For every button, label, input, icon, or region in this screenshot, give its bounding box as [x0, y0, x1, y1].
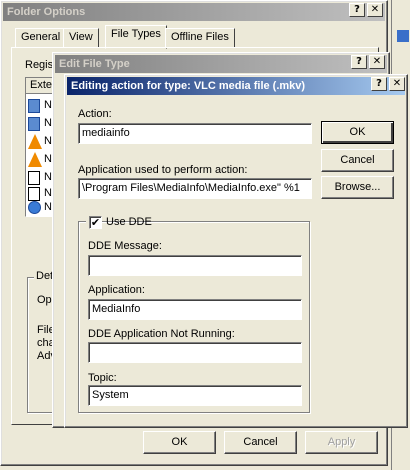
ok-button[interactable]: OK	[321, 121, 394, 144]
blue-arrow-icon	[397, 30, 409, 42]
edit-file-type-title: Edit File Type	[59, 58, 130, 70]
editing-action-dialog: Editing action for type: VLC media file …	[64, 74, 408, 428]
dde-message-input[interactable]	[88, 255, 302, 276]
folder-options-titlebar: Folder Options	[3, 3, 385, 21]
file-icon	[28, 187, 40, 201]
file-icon	[28, 171, 40, 185]
document-icon	[28, 117, 40, 131]
vlc-cone-icon	[28, 152, 42, 167]
editing-action-title: Editing action for type: VLC media file …	[71, 80, 306, 92]
topic-label: Topic:	[88, 372, 117, 384]
ok-button[interactable]: OK	[143, 431, 216, 454]
dde-application-input[interactable]: MediaInfo	[88, 299, 302, 320]
action-label: Action:	[78, 108, 112, 120]
globe-icon	[28, 201, 41, 214]
cancel-button[interactable]: Cancel	[321, 149, 394, 172]
help-button[interactable]: ?	[351, 55, 367, 69]
apply-button[interactable]: Apply	[305, 431, 378, 454]
editing-action-titlebar: Editing action for type: VLC media file …	[67, 77, 405, 95]
tab-view[interactable]: View	[63, 28, 99, 48]
dde-message-label: DDE Message:	[88, 240, 162, 252]
dde-application-label: Application:	[88, 284, 145, 296]
folder-options-title: Folder Options	[7, 6, 86, 18]
help-button[interactable]: ?	[371, 77, 387, 91]
action-input[interactable]: mediainfo	[78, 123, 312, 144]
edit-file-type-titlebar: Edit File Type	[55, 55, 387, 73]
tab-general[interactable]: General	[15, 28, 67, 48]
close-button[interactable]: ✕	[369, 55, 385, 69]
use-dde-checkbox[interactable]: ✔	[89, 216, 102, 229]
topic-input[interactable]: System	[88, 385, 302, 406]
document-icon	[28, 99, 40, 113]
application-path-label: Application used to perform action:	[78, 164, 248, 176]
registered-types-label: Regis	[25, 59, 54, 71]
application-path-input[interactable]: \Program Files\MediaInfo\MediaInfo.exe" …	[78, 178, 312, 199]
cancel-button[interactable]: Cancel	[224, 431, 297, 454]
browse-button[interactable]: Browse...	[321, 176, 394, 199]
use-dde-checkbox-row[interactable]: ✔ Use DDE	[86, 214, 152, 230]
dde-not-running-input[interactable]	[88, 342, 302, 363]
tab-offline-files[interactable]: Offline Files	[165, 28, 235, 48]
close-button[interactable]: ✕	[367, 3, 383, 17]
close-button[interactable]: ✕	[389, 77, 405, 91]
dde-not-running-label: DDE Application Not Running:	[88, 328, 235, 340]
use-dde-label: Use DDE	[106, 216, 152, 228]
help-button[interactable]: ?	[349, 3, 365, 17]
tab-file-types[interactable]: File Types	[105, 25, 167, 49]
vlc-cone-icon	[28, 134, 42, 149]
